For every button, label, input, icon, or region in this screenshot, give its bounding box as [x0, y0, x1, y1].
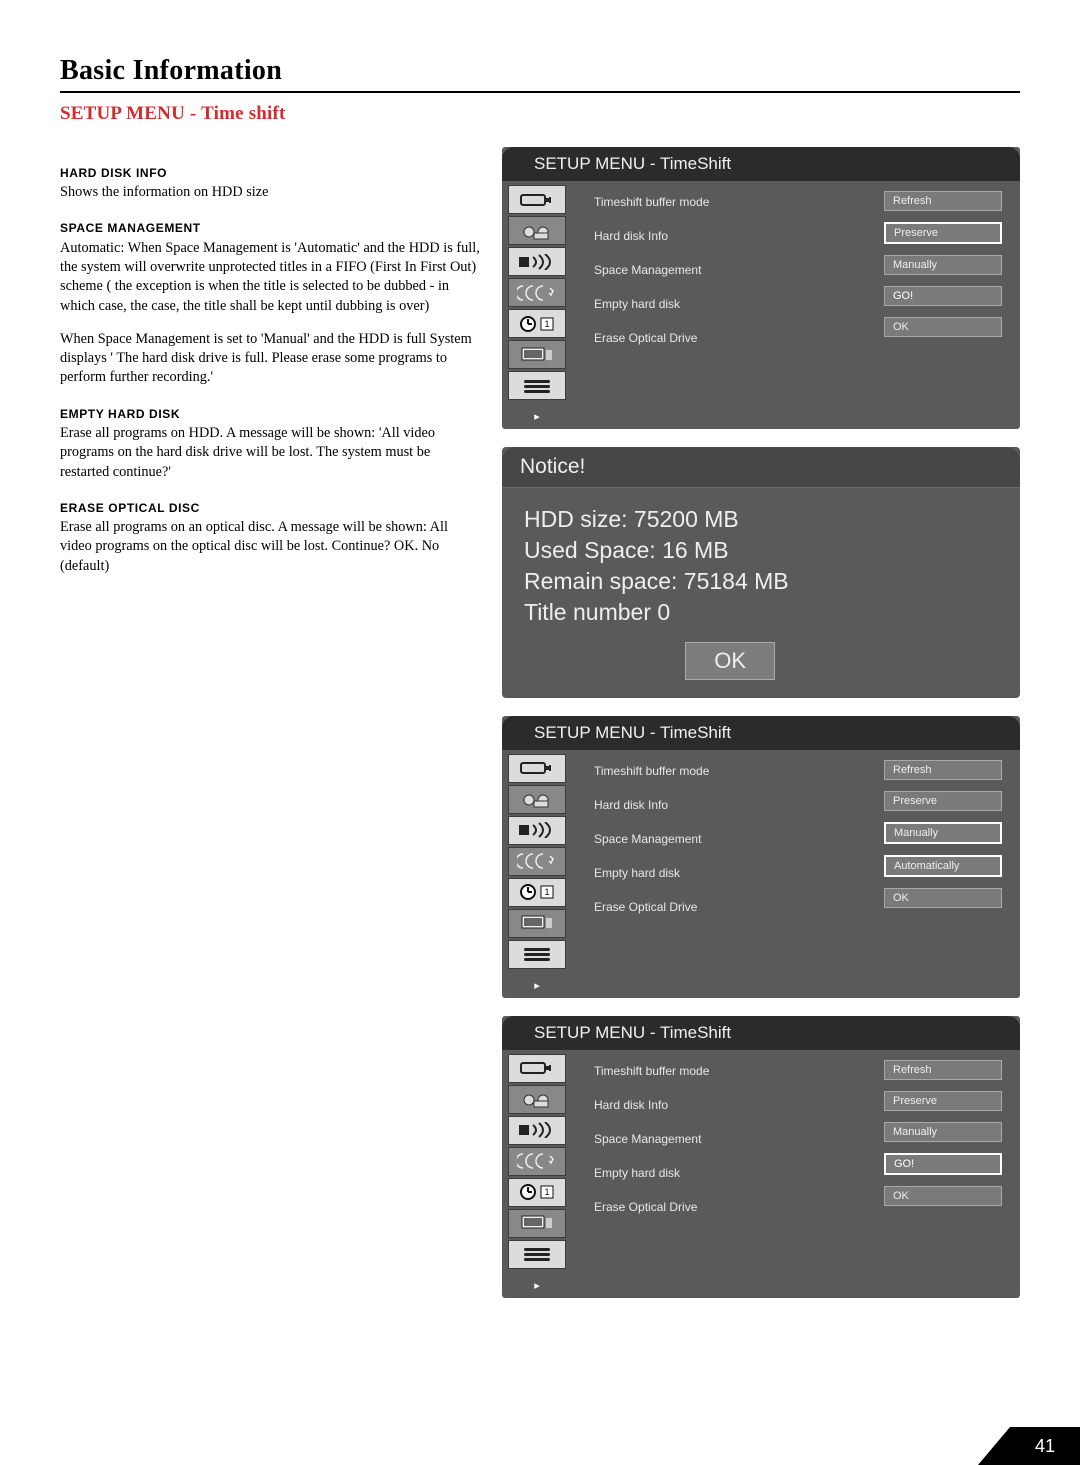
osd-title: SETUP MENU - TimeShift	[502, 716, 1020, 750]
value-manually[interactable]: Manually	[884, 1122, 1002, 1142]
value-automatically-selected[interactable]: Automatically	[884, 855, 1002, 877]
value-manually-selected[interactable]: Manually	[884, 822, 1002, 844]
notice-remain-space: Remain space: 75184 MB	[524, 566, 998, 597]
monitor-icon[interactable]	[508, 340, 566, 369]
page-number: 41	[1010, 1427, 1080, 1465]
heading-space-management: SPACE MANAGEMENT	[60, 220, 480, 236]
svg-text:1: 1	[544, 319, 549, 329]
menu-item-erase-optical[interactable]: Erase Optical Drive	[594, 900, 878, 914]
stack-icon[interactable]	[508, 940, 566, 969]
clock-icon[interactable]: 1	[508, 1178, 566, 1207]
menu-item-buffer-mode[interactable]: Timeshift buffer mode	[594, 1064, 878, 1078]
tuner-icon[interactable]	[508, 1054, 566, 1083]
osd-arrow-icon: ▸	[502, 975, 572, 998]
audio-icon[interactable]	[508, 247, 566, 276]
monitor-icon[interactable]	[508, 909, 566, 938]
text-space-management-2: When Space Management is set to 'Manual'…	[60, 330, 480, 388]
stack-icon[interactable]	[508, 371, 566, 400]
value-preserve[interactable]: Preserve	[884, 791, 1002, 811]
value-ok[interactable]: OK	[884, 1186, 1002, 1206]
osd-column: SETUP MENU - TimeShift 1 Timeshift buffe…	[502, 147, 1020, 1316]
menu-item-space-management[interactable]: Space Management	[594, 263, 878, 277]
heading-erase-optical-disc: ERASE OPTICAL DISC	[60, 500, 480, 516]
text-erase-optical-disc: Erase all programs on an optical disc. A…	[60, 518, 480, 576]
explanatory-text: HARD DISK INFO Shows the information on …	[60, 147, 480, 1316]
value-preserve-selected[interactable]: Preserve	[884, 222, 1002, 244]
osd-title: SETUP MENU - TimeShift	[502, 1016, 1020, 1050]
osd-arrow-icon: ▸	[502, 406, 572, 429]
value-preserve[interactable]: Preserve	[884, 1091, 1002, 1111]
osd-title: SETUP MENU - TimeShift	[502, 147, 1020, 181]
menu-item-empty-hard-disk[interactable]: Empty hard disk	[594, 866, 878, 880]
menu-item-hard-disk-info[interactable]: Hard disk Info	[594, 1098, 878, 1112]
heading-hard-disk-info: HARD DISK INFO	[60, 165, 480, 181]
value-refresh[interactable]: Refresh	[884, 191, 1002, 211]
menu-item-empty-hard-disk[interactable]: Empty hard disk	[594, 1166, 878, 1180]
stack-icon[interactable]	[508, 1240, 566, 1269]
menu-item-empty-hard-disk[interactable]: Empty hard disk	[594, 297, 878, 311]
osd-panel-1: SETUP MENU - TimeShift 1 Timeshift buffe…	[502, 147, 1020, 429]
value-ok[interactable]: OK	[884, 317, 1002, 337]
menu-item-space-management[interactable]: Space Management	[594, 832, 878, 846]
moon-icon[interactable]	[508, 847, 566, 876]
osd-icon-column: 1	[502, 1050, 572, 1275]
notice-title-number: Title number 0	[524, 597, 998, 628]
heading-empty-hard-disk: EMPTY HARD DISK	[60, 406, 480, 422]
section-subtitle: SETUP MENU - Time shift	[60, 103, 1020, 125]
notice-title: Notice!	[502, 447, 1020, 488]
menu-item-hard-disk-info[interactable]: Hard disk Info	[594, 229, 878, 243]
menu-item-erase-optical[interactable]: Erase Optical Drive	[594, 331, 878, 345]
page-title: Basic Information	[60, 55, 1020, 93]
tuner-icon[interactable]	[508, 754, 566, 783]
camera-icon[interactable]	[508, 1085, 566, 1114]
moon-icon[interactable]	[508, 1147, 566, 1176]
osd-arrow-icon: ▸	[502, 1275, 572, 1298]
camera-icon[interactable]	[508, 216, 566, 245]
menu-item-buffer-mode[interactable]: Timeshift buffer mode	[594, 195, 878, 209]
value-ok[interactable]: OK	[884, 888, 1002, 908]
notice-ok-button[interactable]: OK	[685, 642, 775, 680]
menu-item-space-management[interactable]: Space Management	[594, 1132, 878, 1146]
tuner-icon[interactable]	[508, 185, 566, 214]
notice-used-space: Used Space: 16 MB	[524, 535, 998, 566]
osd-panel-2: SETUP MENU - TimeShift 1 Timeshift buffe…	[502, 716, 1020, 998]
value-refresh[interactable]: Refresh	[884, 1060, 1002, 1080]
text-hard-disk-info: Shows the information on HDD size	[60, 183, 480, 202]
monitor-icon[interactable]	[508, 1209, 566, 1238]
value-manually[interactable]: Manually	[884, 255, 1002, 275]
audio-icon[interactable]	[508, 1116, 566, 1145]
svg-text:1: 1	[544, 887, 549, 897]
text-empty-hard-disk: Erase all programs on HDD. A message wil…	[60, 424, 480, 482]
svg-text:1: 1	[544, 1187, 549, 1197]
clock-icon[interactable]: 1	[508, 309, 566, 338]
notice-hdd-size: HDD size: 75200 MB	[524, 504, 998, 535]
osd-icon-column: 1	[502, 181, 572, 406]
text-space-management-1: Automatic: When Space Management is 'Aut…	[60, 239, 480, 316]
audio-icon[interactable]	[508, 816, 566, 845]
camera-icon[interactable]	[508, 785, 566, 814]
clock-icon[interactable]: 1	[508, 878, 566, 907]
notice-dialog: Notice! HDD size: 75200 MB Used Space: 1…	[502, 447, 1020, 698]
menu-item-hard-disk-info[interactable]: Hard disk Info	[594, 798, 878, 812]
menu-item-buffer-mode[interactable]: Timeshift buffer mode	[594, 764, 878, 778]
value-go-selected[interactable]: GO!	[884, 1153, 1002, 1175]
osd-panel-3: SETUP MENU - TimeShift 1 Timeshift buffe…	[502, 1016, 1020, 1298]
value-refresh[interactable]: Refresh	[884, 760, 1002, 780]
value-go[interactable]: GO!	[884, 286, 1002, 306]
osd-icon-column: 1	[502, 750, 572, 975]
menu-item-erase-optical[interactable]: Erase Optical Drive	[594, 1200, 878, 1214]
moon-icon[interactable]	[508, 278, 566, 307]
